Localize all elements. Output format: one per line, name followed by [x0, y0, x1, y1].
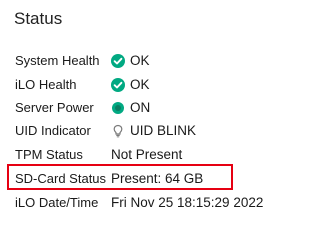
row-value: ON	[111, 98, 150, 118]
row-value-text: ON	[130, 100, 151, 115]
row-value-text: Fri Nov 25 18:15:29 2022	[111, 195, 264, 210]
check-circle-icon	[111, 54, 125, 68]
row-value: Not Present	[111, 145, 182, 165]
status-row-uid-indicator: UID Indicator UID BLINK	[15, 121, 275, 141]
status-row-server-power: Server Power ON	[15, 98, 275, 118]
status-row-tpm-status: TPM Status Not Present	[15, 145, 275, 165]
row-value: OK	[111, 51, 150, 71]
bulb-icon	[111, 124, 125, 138]
row-value: OK	[111, 75, 150, 95]
row-label: iLO Health	[15, 77, 77, 92]
row-value-text: OK	[130, 77, 150, 92]
row-label: UID Indicator	[15, 123, 91, 138]
status-row-sd-card-status: SD-Card Status Present: 64 GB	[15, 169, 275, 189]
row-value: Present: 64 GB	[111, 169, 203, 189]
panel-title: Status	[14, 9, 63, 28]
row-value-text: Not Present	[111, 147, 183, 162]
row-label: Server Power	[15, 100, 94, 115]
row-label: iLO Date/Time	[15, 195, 99, 210]
row-value-text: OK	[130, 53, 150, 68]
row-label: System Health	[15, 53, 100, 68]
status-row-ilo-date-time: iLO Date/Time Fri Nov 25 18:15:29 2022	[15, 193, 275, 213]
row-value-text: Present: 64 GB	[111, 171, 204, 186]
row-value: Fri Nov 25 18:15:29 2022	[111, 193, 263, 213]
row-label: TPM Status	[15, 147, 83, 162]
row-value: UID BLINK	[111, 121, 196, 141]
status-row-ilo-health: iLO Health OK	[15, 75, 275, 95]
status-row-system-health: System Health OK	[15, 51, 275, 71]
check-circle-icon	[111, 78, 125, 92]
power-dot-icon	[111, 101, 125, 115]
row-label: SD-Card Status	[15, 171, 107, 186]
row-value-text: UID BLINK	[130, 123, 197, 138]
